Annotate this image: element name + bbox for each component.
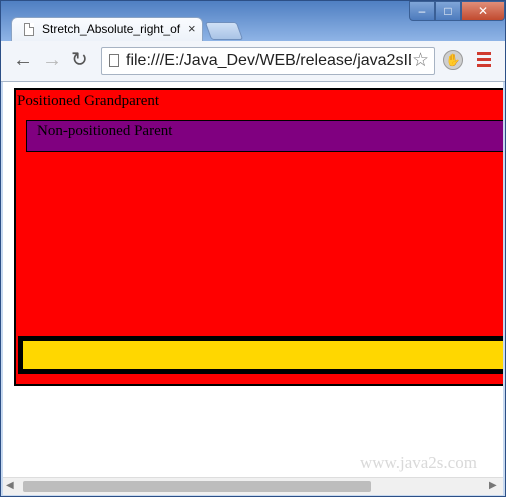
url-text[interactable]: file:///E:/Java_Dev/WEB/release/java2sID [126, 52, 411, 70]
maximize-button[interactable]: □ [435, 1, 461, 21]
stretched-absolute-child [18, 336, 503, 374]
browser-window: Stretch_Absolute_right_of × – □ ✕ ← → ↻ … [0, 0, 506, 497]
close-window-button[interactable]: ✕ [461, 1, 505, 21]
non-positioned-parent-box: Non-positioned Parent [26, 120, 503, 152]
forward-arrow-icon[interactable]: → [42, 50, 62, 70]
menu-icon[interactable] [477, 52, 491, 70]
scroll-right-icon[interactable]: ▶ [489, 480, 497, 491]
horizontal-scrollbar[interactable]: ◀ ▶ [3, 477, 503, 495]
tab-title: Stretch_Absolute_right_of [42, 22, 181, 36]
new-tab-button[interactable] [204, 22, 244, 40]
tab-active[interactable]: Stretch_Absolute_right_of × [11, 17, 203, 41]
bookmark-star-icon[interactable]: ☆ [412, 49, 429, 72]
back-arrow-icon[interactable]: ← [13, 50, 33, 70]
address-bar[interactable]: file:///E:/Java_Dev/WEB/release/java2sID… [101, 47, 435, 75]
browser-toolbar: ← → ↻ file:///E:/Java_Dev/WEB/release/ja… [1, 41, 505, 82]
title-bar: Stretch_Absolute_right_of × – □ ✕ [1, 1, 505, 41]
document-icon [24, 23, 34, 36]
grandparent-label: Positioned Grandparent [17, 93, 160, 109]
minimize-button[interactable]: – [409, 1, 435, 21]
scroll-thumb[interactable] [23, 481, 371, 492]
tab-close-icon[interactable]: × [188, 21, 196, 36]
reload-icon[interactable]: ↻ [71, 50, 88, 70]
watermark: www.java2s.com [360, 453, 477, 472]
parent-label: Non-positioned Parent [37, 123, 173, 139]
extension-icon[interactable]: ✋ [443, 50, 463, 70]
scroll-left-icon[interactable]: ◀ [6, 480, 14, 491]
positioned-grandparent-box: Positioned Grandparent Non-positioned Pa… [14, 88, 503, 386]
page-icon [109, 54, 119, 67]
page-viewport: Positioned Grandparent Non-positioned Pa… [3, 82, 503, 477]
